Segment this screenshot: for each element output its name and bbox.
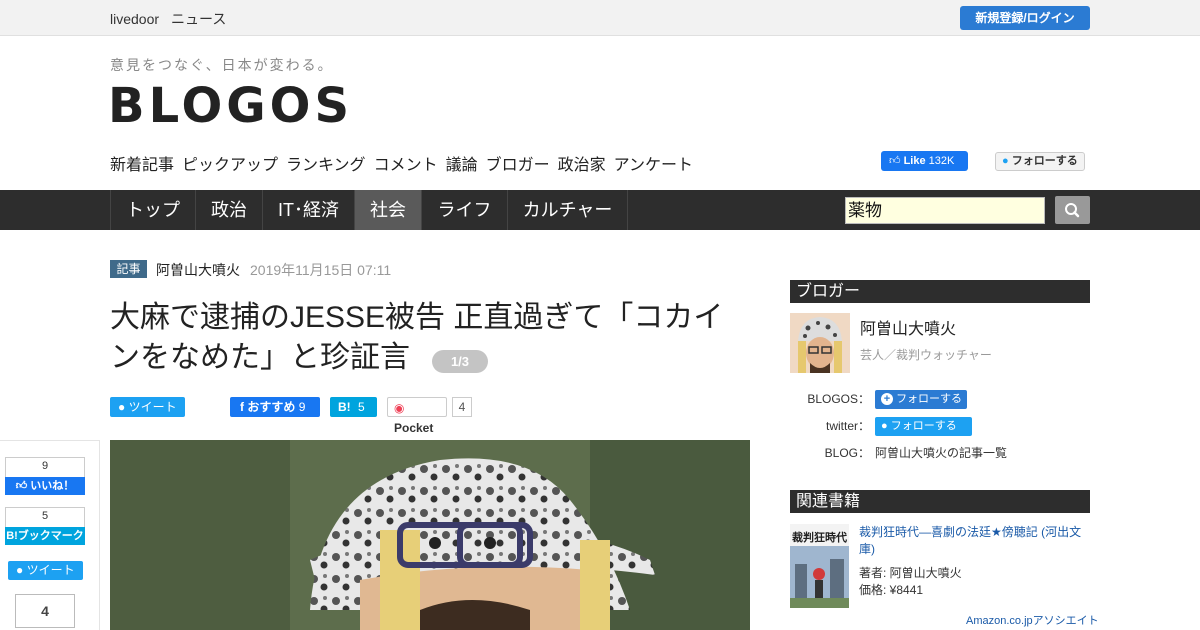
float-tweet-button[interactable]: ● ツイート (8, 561, 83, 580)
blogger-name[interactable]: 阿曽山大噴火 (860, 315, 956, 339)
tab-life[interactable]: ライフ (422, 190, 508, 230)
subnav-item-politicians[interactable]: 政治家 (558, 157, 606, 174)
tab-top[interactable]: トップ (110, 190, 196, 230)
site-tagline: 意見をつなぐ、日本が変わる。 (110, 57, 334, 73)
fb-recommend-count: 9 (298, 400, 306, 414)
book-author: 著者: 阿曽山大噴火 (859, 566, 962, 580)
float-like-button[interactable]: 👍︎ いいね！ (5, 477, 85, 495)
thumbs-up-icon: 👍︎ (889, 155, 901, 167)
fb-recommend-label: おすすめ (247, 400, 296, 414)
float-hatena-button[interactable]: B!ブックマーク (5, 527, 85, 545)
blog-label: BLOG： (824, 446, 870, 460)
subnav-item-new[interactable]: 新着記事 (110, 157, 174, 174)
blogger-avatar[interactable] (790, 313, 850, 373)
blog-articles-link[interactable]: 阿曽山大噴火の記事一覧 (875, 444, 1007, 461)
page-indicator: 1/3 (432, 350, 488, 373)
twitter-bird-icon: ● (16, 563, 24, 577)
article-date: 2019年11月15日 07:11 (250, 262, 392, 278)
related-books-heading: 関連書籍 (790, 490, 1090, 513)
blogos-follow-button[interactable]: + フォローする (875, 390, 967, 409)
search-input[interactable]: 薬物 (845, 197, 1045, 224)
article-author[interactable]: 阿曽山大噴火 (156, 260, 240, 280)
tab-culture[interactable]: カルチャー (508, 190, 628, 230)
tab-society[interactable]: 社会 (355, 190, 422, 230)
article-badge: 記事 (110, 260, 147, 278)
blogos-follow-label: BLOGOS： (807, 392, 870, 406)
pocket-button[interactable]: ◉ Pocket (387, 397, 447, 435)
plus-icon: + (881, 393, 893, 405)
twitter-bird-icon: ● (118, 400, 126, 414)
thumbs-up-icon: 👍︎ (15, 480, 28, 492)
brand-livedoor[interactable]: livedoor (110, 11, 159, 27)
book-cover[interactable]: 裁判狂時代 (790, 524, 849, 608)
book-price: 価格: ¥8441 (859, 583, 924, 597)
subnav-item-pickup[interactable]: ピックアップ (182, 157, 278, 174)
livedoor-brand[interactable]: livedoor ニュース (110, 9, 238, 29)
hatena-count: 5 (358, 400, 365, 414)
book-cover-art: 裁判狂時代 (790, 524, 849, 608)
twitter-bird-icon: ● (881, 420, 888, 432)
svg-text:裁判狂時代: 裁判狂時代 (792, 530, 847, 544)
pocket-label: Pocket (394, 421, 434, 435)
fb-like-count: 132K (928, 155, 955, 167)
facebook-recommend-button[interactable]: f おすすめ 9 (230, 397, 320, 417)
search-icon (1065, 203, 1080, 218)
twitter-follow-side-button[interactable]: ● フォローする (875, 417, 972, 436)
article-photo (110, 440, 750, 630)
blogos-follow-text: フォローする (896, 393, 963, 405)
avatar-art (790, 313, 850, 373)
subnav-item-bloggers[interactable]: ブロガー (486, 157, 550, 174)
facebook-icon: f (240, 400, 244, 414)
blogos-logo[interactable]: BLOGOS (108, 78, 353, 134)
subnav-item-comment[interactable]: コメント (374, 157, 438, 174)
subnav-item-survey[interactable]: アンケート (614, 157, 693, 174)
pocket-icon: ◉ (394, 401, 405, 415)
twitter-bird-icon: ● (1002, 155, 1009, 167)
book-title-link[interactable]: 裁判狂時代―喜劇の法廷★傍聴記 (河出文庫) (859, 524, 1089, 558)
tweet-button[interactable]: ● ツイート (110, 397, 185, 417)
fb-like-label: Like (903, 155, 926, 167)
signup-login-button[interactable]: 新規登録/ログイン (960, 6, 1090, 30)
tweet-label: ツイート (128, 400, 177, 414)
brand-news[interactable]: ニュース (171, 11, 226, 27)
article-headline: 大麻で逮捕のJESSE被告 正直過ぎて「コカインをなめた」と珍証言 (110, 301, 724, 374)
pocket-count: 4 (452, 397, 472, 417)
float-pocket-count[interactable]: 4 (15, 594, 75, 628)
tab-politics[interactable]: 政治 (196, 190, 263, 230)
twitter-follow-text: フォローする (890, 420, 957, 432)
search-button[interactable] (1055, 196, 1090, 224)
hatena-label: B! (338, 400, 351, 414)
tab-it-economy[interactable]: IT･経済 (263, 190, 355, 230)
hatena-bookmark-button[interactable]: B! 5 (330, 397, 377, 417)
blogger-description: 芸人／裁判ウォッチャー (860, 348, 992, 362)
blogger-heading: ブロガー (790, 280, 1090, 303)
top-bar: livedoor ニュース 新規登録/ログイン (0, 0, 1200, 36)
sub-navigation: 新着記事 ピックアップ ランキング コメント 議論 ブロガー 政治家 アンケート (110, 151, 701, 175)
subnav-item-ranking[interactable]: ランキング (286, 157, 366, 174)
float-like-label: いいね！ (30, 480, 75, 492)
float-like-count: 9 (5, 457, 85, 477)
facebook-like-button[interactable]: 👍︎ Like 132K (881, 151, 968, 171)
article-photo-art (110, 440, 750, 630)
float-tweet-label: ツイート (26, 563, 75, 577)
twitter-follow-label: フォローする (1011, 155, 1078, 167)
twitter-follow-label: twitter： (825, 419, 870, 433)
subnav-item-debate[interactable]: 議論 (446, 157, 478, 174)
float-hatena-count: 5 (5, 507, 85, 527)
twitter-follow-button[interactable]: ● フォローする (995, 152, 1085, 171)
amazon-associate-link[interactable]: Amazon.co.jpアソシエイト (966, 612, 1099, 628)
